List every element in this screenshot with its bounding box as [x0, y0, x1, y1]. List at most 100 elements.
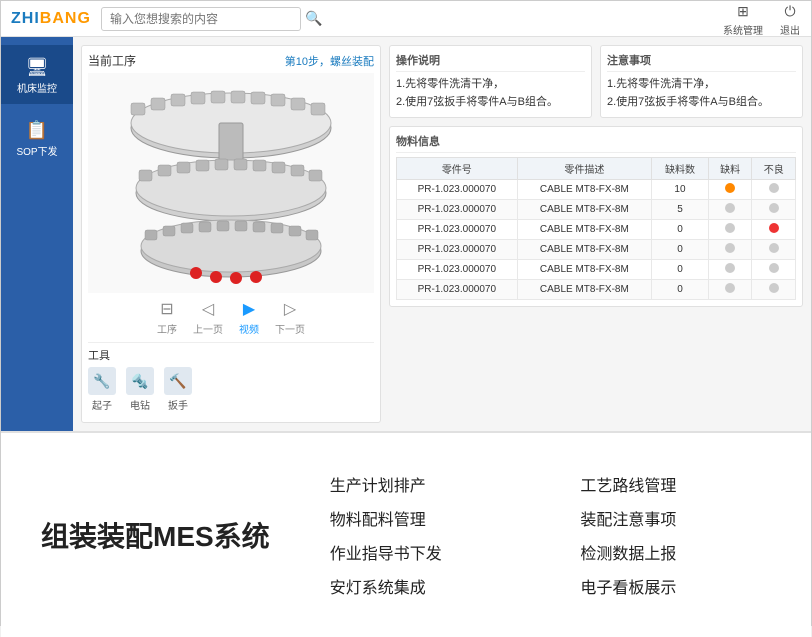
cell-defect-status — [752, 260, 796, 280]
cell-shortage-status — [708, 180, 752, 200]
system-management-button[interactable]: ⊞ 系统管理 — [723, 0, 763, 37]
cell-shortage-status — [708, 200, 752, 220]
logout-icon: ⏻ — [779, 0, 801, 22]
cell-part-no: PR-1.023.000070 — [397, 180, 518, 200]
cell-shortage-count: 0 — [652, 280, 709, 300]
cell-part-no: PR-1.023.000070 — [397, 280, 518, 300]
tool-drill: 🔩 电钻 — [126, 367, 154, 412]
process-step-label: 第10步，螺丝装配 — [285, 53, 374, 69]
work-order-icon: ⊟ — [160, 299, 173, 319]
sidebar-item-sop[interactable]: 📋 SOP下发 — [1, 108, 73, 167]
notes-panel: 注意事项 1.先将零件洗清干净，2.使用7弦扳手将零件A与B组合。 — [600, 45, 803, 118]
system-management-icon: ⊞ — [732, 0, 754, 22]
feature-item: 装配注意事项 — [580, 506, 771, 530]
cell-shortage-status — [708, 220, 752, 240]
sidebar: 🖥 机床监控 📋 SOP下发 — [1, 37, 73, 431]
logo: ZHIBANG — [11, 10, 91, 28]
table-row: PR-1.023.000070 CABLE MT8-FX-8M 10 — [397, 180, 796, 200]
shortage-dot — [725, 263, 735, 273]
cell-shortage-count: 5 — [652, 200, 709, 220]
instructions-panel: 操作说明 1.先将零件洗清干净，2.使用7弦扳手将零件A与B组合。 — [389, 45, 592, 118]
col-defect: 不良 — [752, 158, 796, 180]
instructions-title: 操作说明 — [396, 52, 585, 72]
defect-dot — [769, 243, 779, 253]
play-button[interactable]: ▶ 视频 — [239, 299, 259, 336]
cell-desc: CABLE MT8-FX-8M — [517, 200, 651, 220]
notes-content: 1.先将零件洗清干净，2.使用7弦扳手将零件A与B组合。 — [607, 76, 796, 111]
cell-part-no: PR-1.023.000070 — [397, 220, 518, 240]
tool-screwdriver: 🔧 起子 — [88, 367, 116, 412]
feature-item: 安灯系统集成 — [330, 574, 521, 598]
drill-icon: 🔩 — [126, 367, 154, 395]
table-row: PR-1.023.000070 CABLE MT8-FX-8M 0 — [397, 260, 796, 280]
cell-desc: CABLE MT8-FX-8M — [517, 280, 651, 300]
prev-icon: ◁ — [202, 299, 214, 319]
sidebar-item-machine-monitor[interactable]: 🖥 机床监控 — [1, 45, 73, 104]
next-icon: ▷ — [284, 299, 296, 319]
cell-shortage-status — [708, 280, 752, 300]
defect-dot — [769, 183, 779, 193]
screwdriver-icon: 🔧 — [88, 367, 116, 395]
col-shortage: 缺料 — [708, 158, 752, 180]
col-part-no: 零件号 — [397, 158, 518, 180]
table-row: PR-1.023.000070 CABLE MT8-FX-8M 0 — [397, 220, 796, 240]
defect-dot — [769, 203, 779, 213]
defect-dot — [769, 223, 779, 233]
cell-shortage-count: 0 — [652, 220, 709, 240]
right-panels: 操作说明 1.先将零件洗清干净，2.使用7弦扳手将零件A与B组合。 注意事项 1… — [389, 45, 803, 423]
cell-part-no: PR-1.023.000070 — [397, 260, 518, 280]
search-area: 🔍 — [101, 7, 713, 31]
app-header: ZHIBANG 🔍 ⊞ 系统管理 ⏻ 退出 — [1, 1, 811, 37]
cell-desc: CABLE MT8-FX-8M — [517, 260, 651, 280]
process-panel: 当前工序 第10步，螺丝装配 — [81, 45, 381, 423]
col-desc: 零件描述 — [517, 158, 651, 180]
table-row: PR-1.023.000070 CABLE MT8-FX-8M 0 — [397, 240, 796, 260]
logout-button[interactable]: ⏻ 退出 — [779, 0, 801, 37]
shortage-dot — [725, 183, 735, 193]
feature-item: 生产计划排产 — [330, 472, 521, 496]
cell-shortage-status — [708, 260, 752, 280]
features-grid: 生产计划排产 工艺路线管理物料配料管理 装配注意事项作业指导书下发 检测数据上报安灯系… — [330, 472, 771, 598]
header-actions: ⊞ 系统管理 ⏻ 退出 — [723, 0, 801, 37]
shortage-dot — [725, 283, 735, 293]
cell-desc: CABLE MT8-FX-8M — [517, 180, 651, 200]
work-order-button[interactable]: ⊟ 工序 — [157, 299, 177, 336]
instructions-content: 1.先将零件洗清干净，2.使用7弦扳手将零件A与B组合。 — [396, 76, 585, 111]
shortage-dot — [725, 243, 735, 253]
wrench-icon: 🔨 — [164, 367, 192, 395]
feature-item: 作业指导书下发 — [330, 540, 521, 564]
search-input[interactable] — [101, 7, 301, 31]
content-area: 当前工序 第10步，螺丝装配 — [73, 37, 811, 431]
notes-title: 注意事项 — [607, 52, 796, 72]
process-panel-title: 当前工序 — [88, 52, 136, 69]
cell-desc: CABLE MT8-FX-8M — [517, 220, 651, 240]
brand-title: 组装装配MES系统 — [41, 515, 270, 555]
feature-item: 电子看板展示 — [580, 574, 771, 598]
tools-section: 工具 🔧 起子 🔩 电钻 — [88, 342, 374, 416]
logo-part2: BANG — [40, 10, 91, 27]
cell-shortage-count: 0 — [652, 240, 709, 260]
cell-defect-status — [752, 220, 796, 240]
cell-part-no: PR-1.023.000070 — [397, 240, 518, 260]
col-shortage-count: 缺料数 — [652, 158, 709, 180]
process-controls: ⊟ 工序 ◁ 上一页 ▶ 视频 — [88, 293, 374, 342]
cell-defect-status — [752, 200, 796, 220]
tools-list: 🔧 起子 🔩 电钻 🔨 扳手 — [88, 367, 374, 412]
cell-defect-status — [752, 180, 796, 200]
sop-icon: 📋 — [23, 116, 51, 144]
process-image — [88, 73, 374, 293]
cell-defect-status — [752, 240, 796, 260]
table-row: PR-1.023.000070 CABLE MT8-FX-8M 5 — [397, 200, 796, 220]
search-icon[interactable]: 🔍 — [305, 10, 322, 27]
cell-shortage-status — [708, 240, 752, 260]
next-button[interactable]: ▷ 下一页 — [275, 299, 305, 336]
feature-item: 物料配料管理 — [330, 506, 521, 530]
feature-item: 工艺路线管理 — [580, 472, 771, 496]
prev-button[interactable]: ◁ 上一页 — [193, 299, 223, 336]
logo-part1: ZHI — [11, 10, 40, 27]
cell-shortage-count: 0 — [652, 260, 709, 280]
feature-item: 检测数据上报 — [580, 540, 771, 564]
machine-monitor-icon: 🖥 — [23, 53, 51, 81]
cell-shortage-count: 10 — [652, 180, 709, 200]
table-row: PR-1.023.000070 CABLE MT8-FX-8M 0 — [397, 280, 796, 300]
